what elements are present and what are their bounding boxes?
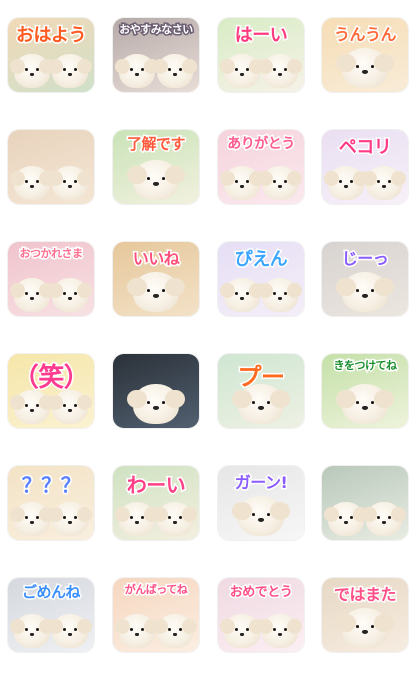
puppy-image bbox=[336, 272, 394, 312]
puppy-image bbox=[257, 54, 303, 88]
sticker-tile[interactable]: プー bbox=[218, 354, 304, 428]
sticker-illustration bbox=[113, 354, 199, 428]
sticker-tile[interactable]: わーい bbox=[113, 466, 199, 540]
sticker-caption: ありがとう bbox=[226, 135, 297, 154]
sticker-tile[interactable] bbox=[113, 354, 199, 428]
puppy-image bbox=[47, 54, 93, 88]
sticker-caption: 了解です bbox=[125, 134, 187, 155]
sticker-tile[interactable]: おやすみなさい bbox=[113, 18, 199, 92]
puppy-image bbox=[127, 272, 185, 312]
puppy-image bbox=[9, 166, 55, 200]
sticker-caption: プー bbox=[236, 362, 287, 393]
sticker-caption: ガーン! bbox=[233, 472, 289, 494]
sticker-tile[interactable] bbox=[322, 466, 408, 540]
puppy-image bbox=[47, 614, 93, 648]
sticker-tile[interactable]: 了解です bbox=[113, 130, 199, 204]
puppy-image bbox=[361, 502, 407, 536]
sticker-illustration bbox=[322, 466, 408, 540]
puppy-image bbox=[9, 278, 55, 312]
puppy-image bbox=[127, 384, 185, 424]
sticker-caption: いいね bbox=[131, 248, 181, 270]
sticker-caption: じーっ bbox=[340, 248, 390, 270]
puppy-image bbox=[47, 278, 93, 312]
sticker-tile[interactable]: うんうん bbox=[322, 18, 408, 92]
sticker-tile[interactable]: おつかれさま bbox=[8, 242, 94, 316]
puppy-image bbox=[219, 614, 265, 648]
puppy-image bbox=[257, 278, 303, 312]
sticker-tile[interactable]: はーい bbox=[218, 18, 304, 92]
sticker-caption: （笑） bbox=[11, 362, 91, 395]
puppy-image bbox=[323, 502, 369, 536]
sticker-tile[interactable]: （笑） bbox=[8, 354, 94, 428]
puppy-image bbox=[127, 160, 185, 200]
puppy-image bbox=[152, 54, 198, 88]
puppy-image bbox=[9, 54, 55, 88]
puppy-image bbox=[336, 384, 394, 424]
sticker-grid: おはよう おやすみなさい はーい うんうん了解です ありがとう ペコリおつかれさま いいね ぴ… bbox=[0, 0, 420, 673]
puppy-image bbox=[9, 502, 55, 536]
puppy-image bbox=[114, 54, 160, 88]
puppy-image bbox=[47, 166, 93, 200]
puppy-image bbox=[152, 614, 198, 648]
sticker-tile[interactable]: じーっ bbox=[322, 242, 408, 316]
sticker-tile[interactable] bbox=[8, 130, 94, 204]
sticker-tile[interactable]: ぴえん bbox=[218, 242, 304, 316]
sticker-tile[interactable]: ではまた bbox=[322, 578, 408, 652]
puppy-image bbox=[232, 496, 290, 536]
sticker-caption: ではまた bbox=[332, 584, 398, 606]
sticker-caption: おめでとう bbox=[228, 584, 294, 602]
sticker-caption: ぴえん bbox=[233, 248, 289, 272]
sticker-tile[interactable]: いいね bbox=[113, 242, 199, 316]
sticker-tile[interactable]: ありがとう bbox=[218, 130, 304, 204]
puppy-image bbox=[257, 614, 303, 648]
sticker-illustration bbox=[8, 130, 94, 204]
sticker-caption: はーい bbox=[233, 24, 289, 48]
puppy-image bbox=[323, 166, 369, 200]
sticker-caption: がんばってね bbox=[123, 582, 189, 598]
sticker-caption: ペコリ bbox=[337, 136, 393, 160]
sticker-tile[interactable]: おめでとう bbox=[218, 578, 304, 652]
puppy-image bbox=[47, 390, 93, 424]
puppy-image bbox=[361, 166, 407, 200]
sticker-caption: おやすみなさい bbox=[118, 22, 195, 38]
puppy-image bbox=[114, 614, 160, 648]
sticker-tile[interactable]: ガーン! bbox=[218, 466, 304, 540]
sticker-caption: おはよう bbox=[15, 24, 89, 48]
puppy-image bbox=[9, 390, 55, 424]
sticker-caption: ごめんね bbox=[20, 582, 82, 603]
puppy-image bbox=[336, 608, 394, 648]
sticker-tile[interactable]: おはよう bbox=[8, 18, 94, 92]
sticker-tile[interactable]: ？？？ bbox=[8, 466, 94, 540]
puppy-image bbox=[9, 614, 55, 648]
sticker-tile[interactable]: ペコリ bbox=[322, 130, 408, 204]
puppy-image bbox=[152, 502, 198, 536]
sticker-tile[interactable]: がんばってね bbox=[113, 578, 199, 652]
puppy-image bbox=[336, 48, 394, 88]
sticker-caption: ？？？ bbox=[20, 472, 82, 499]
puppy-image bbox=[47, 502, 93, 536]
sticker-caption: きをつけてね bbox=[332, 358, 399, 374]
puppy-image bbox=[114, 502, 160, 536]
sticker-tile[interactable]: きをつけてね bbox=[322, 354, 408, 428]
sticker-caption: わーい bbox=[125, 472, 187, 499]
sticker-caption: おつかれさま bbox=[18, 246, 85, 262]
puppy-image bbox=[219, 54, 265, 88]
sticker-tile[interactable]: ごめんね bbox=[8, 578, 94, 652]
sticker-caption: うんうん bbox=[332, 24, 398, 46]
puppy-image bbox=[257, 166, 303, 200]
puppy-image bbox=[219, 166, 265, 200]
puppy-image bbox=[219, 278, 265, 312]
